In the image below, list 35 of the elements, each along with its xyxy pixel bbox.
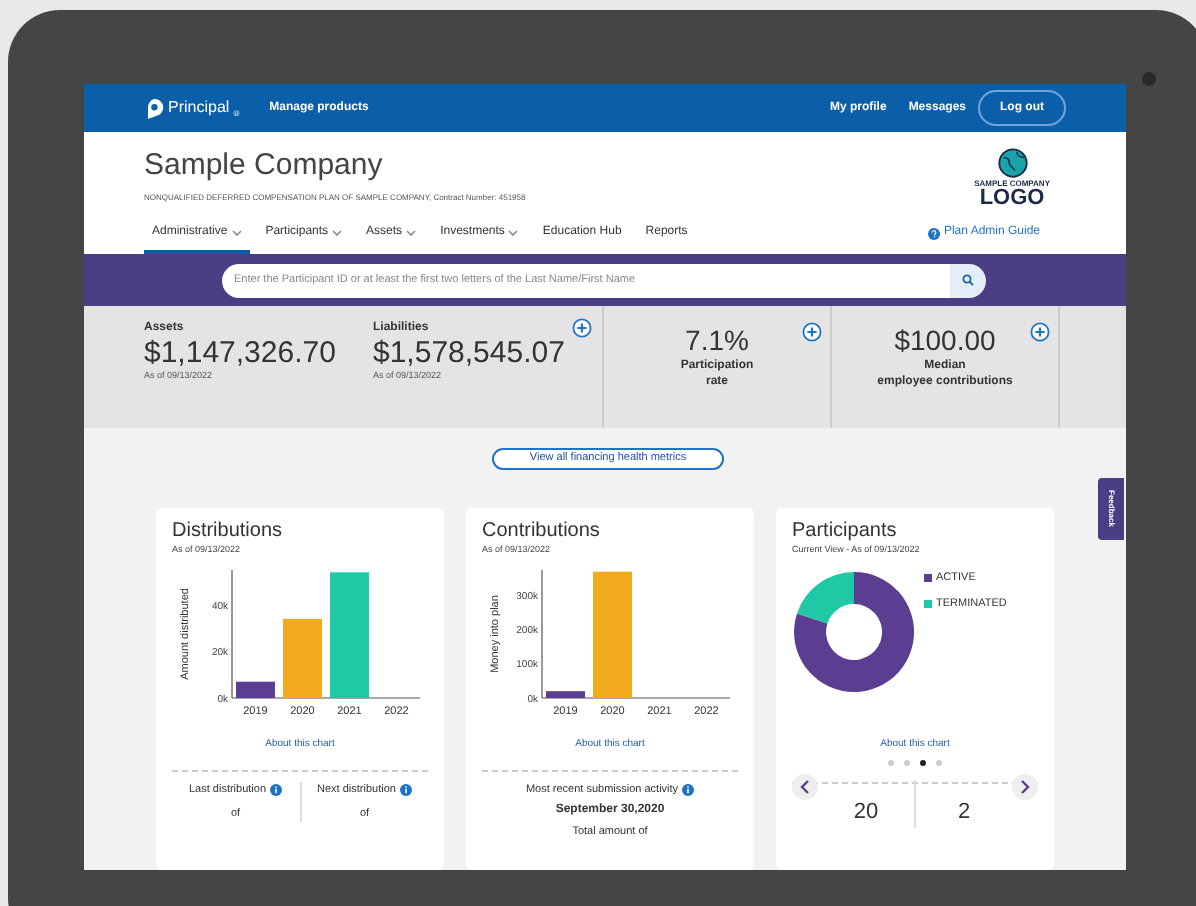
donut-chart-drawing	[792, 570, 916, 694]
y-axis	[541, 569, 543, 699]
info-icon[interactable]	[682, 783, 695, 796]
help-icon	[927, 227, 940, 239]
caret-icon	[508, 230, 519, 236]
search-icon	[962, 274, 974, 286]
company-title: Sample Company	[144, 148, 385, 184]
brand-logo-icon	[144, 97, 164, 119]
camera-icon	[1142, 72, 1156, 86]
card-title: Contributions	[482, 520, 602, 544]
globe-icon	[997, 148, 1028, 178]
metric-value: $1,578,545.07	[373, 336, 565, 370]
count-value: 2	[957, 797, 971, 827]
search-button[interactable]	[950, 263, 986, 297]
y-axis	[231, 569, 233, 699]
count-value: 20	[853, 797, 879, 827]
metric-value: $1,147,326.70	[144, 336, 336, 370]
plus-circle-icon[interactable]	[572, 318, 592, 338]
caret-icon	[406, 230, 417, 236]
metric-value: $100.00	[894, 324, 996, 358]
card-title: Distributions	[172, 520, 285, 544]
brand-name[interactable]: Principal	[168, 96, 230, 120]
chevron-left-icon	[800, 779, 810, 793]
caret-icon	[231, 230, 242, 236]
metric-value: 7.1%	[685, 324, 749, 358]
plus-circle-icon[interactable]	[1030, 322, 1050, 342]
logo-text: LOGO	[979, 188, 1045, 210]
info-icon[interactable]	[399, 783, 412, 796]
next-button[interactable]	[1012, 773, 1038, 799]
chevron-right-icon	[1020, 779, 1030, 793]
info-icon[interactable]	[270, 783, 283, 796]
card-title: Participants	[792, 520, 899, 544]
plus-circle-icon[interactable]	[802, 322, 822, 342]
previous-button[interactable]	[792, 773, 818, 799]
caret-icon	[332, 230, 343, 236]
